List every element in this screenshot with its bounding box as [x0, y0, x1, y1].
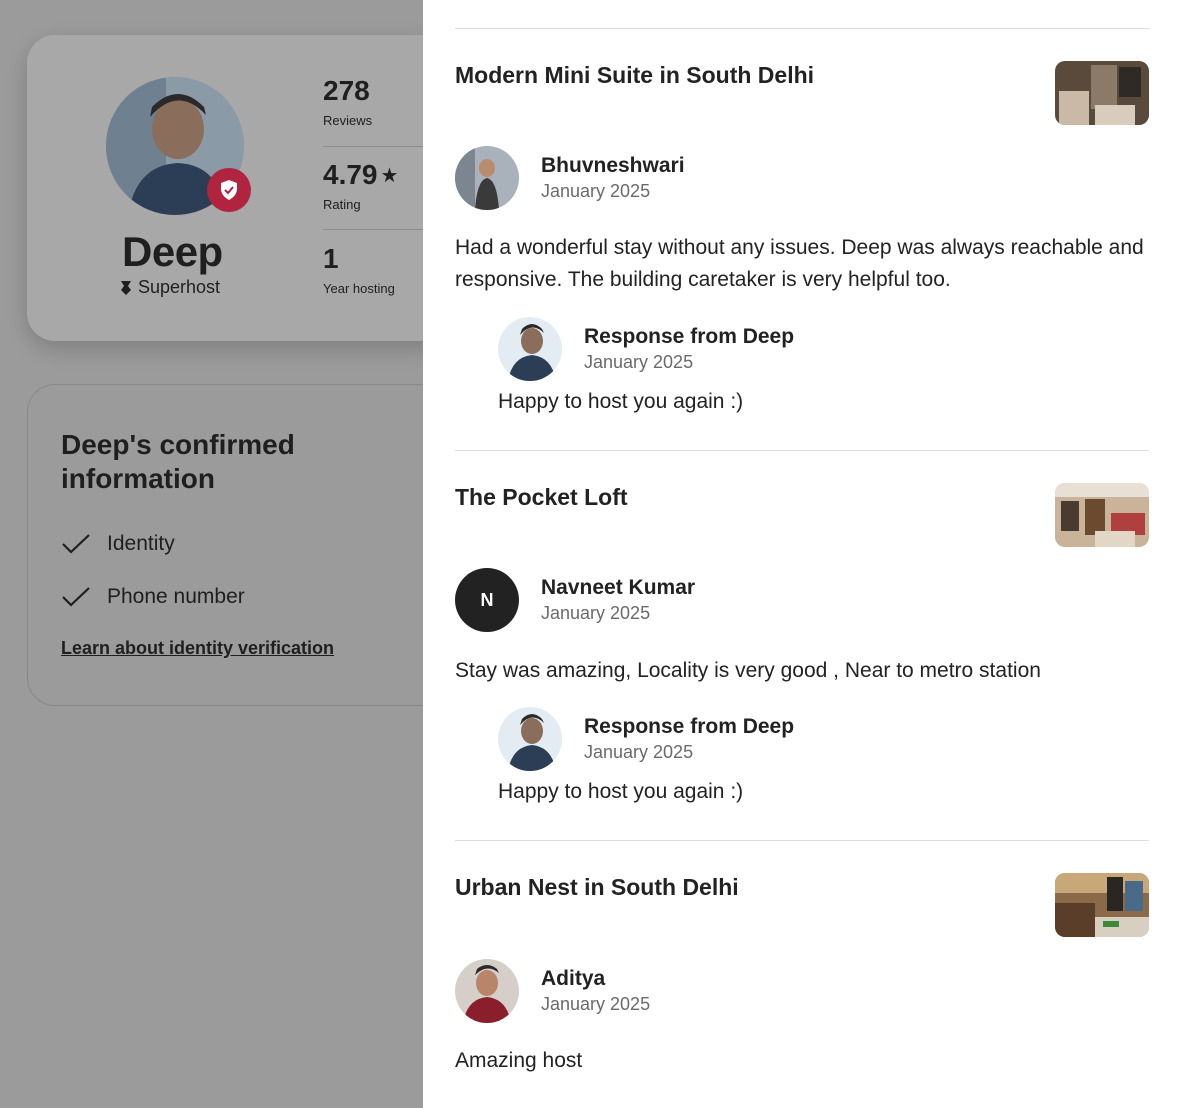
stat-rating: 4.79 ★ Rating — [323, 159, 398, 212]
stat-years-label: Year hosting — [323, 281, 395, 296]
review-date: January 2025 — [541, 603, 651, 623]
confirmed-info-card: Deep's confirmed information Identity Ph… — [27, 384, 447, 706]
stat-years: 1 Year hosting — [323, 243, 395, 296]
check-icon — [62, 587, 90, 607]
reviewer: N Navneet Kumar January 2025 — [455, 568, 695, 632]
listing-thumbnail[interactable] — [1055, 873, 1149, 937]
response-title: Response from Deep — [584, 325, 795, 348]
superhost-icon — [121, 280, 131, 295]
reviewer-avatar[interactable]: N — [455, 568, 519, 632]
host-response: Response from Deep January 2025 — [498, 317, 794, 381]
confirmed-item-label: Identity — [107, 532, 175, 555]
response-date: January 2025 — [584, 352, 694, 372]
confirmed-info-title: Deep's confirmed information — [61, 429, 295, 494]
host-response-avatar — [498, 707, 562, 771]
listing-thumbnail[interactable] — [1055, 483, 1149, 547]
listing-title[interactable]: The Pocket Loft — [455, 484, 628, 511]
review-date: January 2025 — [541, 181, 651, 201]
host-card: Deep Superhost 278 Reviews 4.79 ★ Rating … — [27, 35, 447, 341]
response-title: Response from Deep — [584, 715, 795, 738]
reviewer-avatar[interactable] — [455, 959, 519, 1023]
stat-reviews-label: Reviews — [323, 113, 373, 128]
reviewer-name: Bhuvneshwari — [541, 154, 685, 177]
review-text: Stay was amazing, Locality is very good … — [455, 659, 1041, 682]
reviews-panel[interactable]: Modern Mini Suite in South Delhi Bhuvnes… — [423, 0, 1180, 1108]
stat-reviews-value: 278 — [323, 75, 370, 106]
superhost-label: Superhost — [138, 277, 221, 297]
confirmed-item-label: Phone number — [107, 585, 245, 608]
host-response-avatar — [498, 317, 562, 381]
listing-thumbnail[interactable] — [1055, 61, 1149, 125]
divider — [455, 28, 1149, 29]
host-response: Response from Deep January 2025 — [498, 707, 794, 771]
review-text: Amazing host — [455, 1049, 583, 1072]
profile-background: Deep Superhost 278 Reviews 4.79 ★ Rating … — [0, 0, 447, 1108]
host-name: Deep — [122, 228, 223, 275]
verified-shield-icon — [207, 168, 251, 212]
reviewer: Bhuvneshwari January 2025 — [455, 146, 685, 210]
confirmed-item-phone: Phone number — [61, 585, 245, 609]
stat-rating-label: Rating — [323, 197, 361, 212]
stat-years-value: 1 — [323, 243, 339, 274]
reviewer-avatar[interactable] — [455, 146, 519, 210]
confirmed-item-identity: Identity — [61, 532, 175, 556]
response-text: Happy to host you again :) — [498, 780, 744, 803]
stat-reviews: 278 Reviews — [323, 75, 372, 128]
review-text: Had a wonderful stay without any issues.… — [455, 236, 1144, 291]
divider — [455, 840, 1149, 841]
divider — [455, 450, 1149, 451]
reviewer: Aditya January 2025 — [455, 959, 650, 1023]
listing-title[interactable]: Urban Nest in South Delhi — [455, 874, 739, 901]
review-date: January 2025 — [541, 994, 651, 1014]
check-icon — [62, 534, 90, 554]
superhost-badge: Superhost — [120, 277, 220, 298]
response-date: January 2025 — [584, 742, 694, 762]
reviewer-name: Navneet Kumar — [541, 576, 696, 599]
learn-identity-link[interactable]: Learn about identity verification — [61, 638, 334, 659]
listing-title[interactable]: Modern Mini Suite in South Delhi — [455, 62, 814, 89]
response-text: Happy to host you again :) — [498, 390, 744, 413]
stat-rating-value: 4.79 — [323, 159, 378, 190]
star-icon: ★ — [380, 164, 399, 187]
reviewer-name: Aditya — [541, 967, 606, 990]
